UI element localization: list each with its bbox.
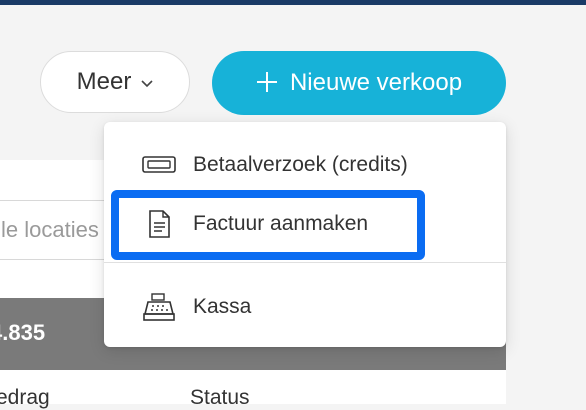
more-button-label: Meer bbox=[76, 68, 132, 95]
menu-item-label: Kassa bbox=[193, 295, 252, 318]
credits-ticket-icon bbox=[142, 150, 176, 180]
column-header-status[interactable]: Status bbox=[190, 386, 250, 410]
invoice-document-icon bbox=[142, 209, 176, 239]
menu-item-label: Factuur aanmaken bbox=[193, 212, 369, 235]
top-accent-bar bbox=[0, 0, 586, 5]
cash-register-icon bbox=[142, 292, 176, 322]
menu-item-label: Betaalverzoek (credits) bbox=[193, 153, 408, 176]
menu-divider bbox=[104, 262, 506, 263]
menu-item-cash-register[interactable]: Kassa bbox=[104, 282, 506, 332]
more-button[interactable]: Meer bbox=[40, 51, 190, 113]
summary-total-value: 4.835 bbox=[0, 320, 46, 345]
location-search-placeholder: le locaties bbox=[1, 217, 99, 242]
column-header-amount[interactable]: edrag bbox=[0, 386, 50, 410]
new-sale-button-label: Nieuwe verkoop bbox=[289, 69, 463, 96]
more-dropdown-menu: Betaalverzoek (credits) Factuur aanmaken… bbox=[104, 122, 506, 347]
plus-icon bbox=[256, 66, 278, 98]
menu-item-create-invoice[interactable]: Factuur aanmaken bbox=[104, 199, 506, 249]
chevron-down-icon bbox=[141, 75, 153, 91]
new-sale-button[interactable]: Nieuwe verkoop bbox=[212, 51, 506, 115]
menu-item-payment-request[interactable]: Betaalverzoek (credits) bbox=[104, 140, 506, 190]
